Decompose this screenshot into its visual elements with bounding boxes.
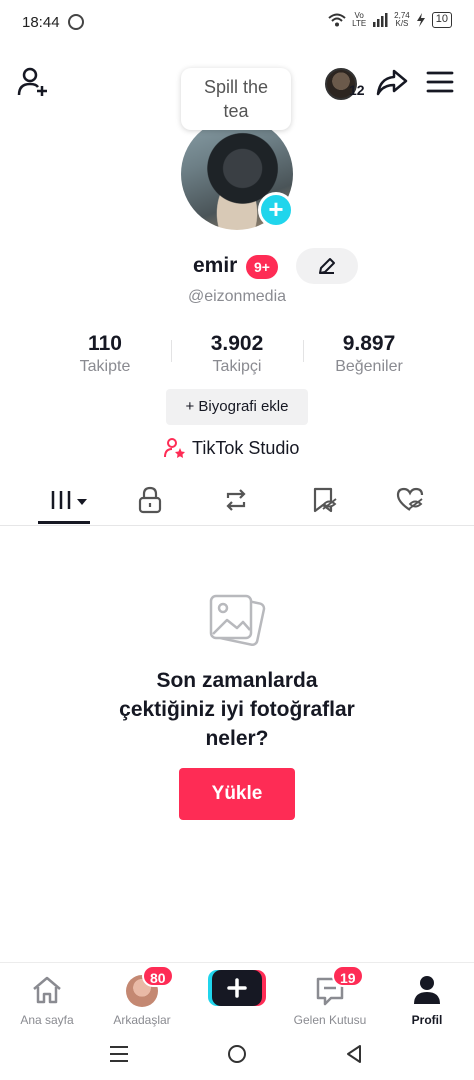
home-circle-icon[interactable] [226,1043,248,1065]
add-story-button[interactable]: + [258,192,294,228]
recent-apps-icon[interactable] [108,1043,130,1065]
status-time: 18:44 [22,14,60,31]
edit-profile-button[interactable] [296,248,358,284]
home-icon [33,976,61,1004]
android-navigation-bar [0,1030,474,1080]
stat-following[interactable]: 110 Takipte [40,332,170,376]
active-tab-indicator [38,521,90,524]
whatsapp-icon [68,14,84,30]
empty-state-title: Son zamanlarda çektiğiniz iyi fotoğrafla… [119,669,355,750]
profile-tabs [0,474,474,526]
visitors-count: 12 [349,82,365,98]
studio-label: TikTok Studio [192,437,300,458]
spill-the-tea-bubble[interactable]: Spill the tea [181,68,291,130]
battery-icon: 10 [431,12,452,28]
friends-badge: 80 [142,965,174,987]
lte-indicator: Vo LTE [352,11,367,28]
stat-likes[interactable]: 9.897 Beğeniler [304,332,434,376]
menu-icon[interactable] [426,70,454,94]
profile-icon [414,976,440,1004]
status-bar: 18:44 Vo LTE 2,74 K/S 10 [0,0,474,46]
charging-icon [416,13,425,27]
wifi-icon [328,13,346,27]
status-icons: Vo LTE 2,74 K/S 10 [328,12,452,28]
tab-private-lock-icon[interactable] [136,486,164,514]
profile-handle: @eizonmedia [187,288,287,305]
stat-followers[interactable]: 3.902 Takipçi [172,332,302,376]
studio-user-star-icon [164,438,185,458]
profile-name: emir [193,254,238,277]
tab-videos-grid-icon[interactable] [50,486,90,514]
pencil-icon [319,258,335,274]
name-badge[interactable]: 9+ [246,255,278,279]
signal-icon [373,13,388,27]
tab-saved-hidden-icon[interactable] [310,486,338,514]
inbox-badge: 19 [332,965,364,987]
tiktok-studio-link[interactable]: TikTok Studio [164,436,299,460]
add-friend-icon[interactable] [16,66,50,98]
photos-icon [209,594,266,647]
create-button[interactable] [208,970,266,1006]
share-icon[interactable] [375,66,409,98]
tab-liked-hidden-icon[interactable] [396,486,424,514]
upload-button[interactable]: Yükle [179,768,295,820]
back-icon[interactable] [343,1043,365,1065]
tab-reposts-icon[interactable] [222,486,250,514]
add-bio-button[interactable]: + Biyografi ekle [166,389,308,425]
speed-indicator: 2,74 K/S [394,11,410,28]
